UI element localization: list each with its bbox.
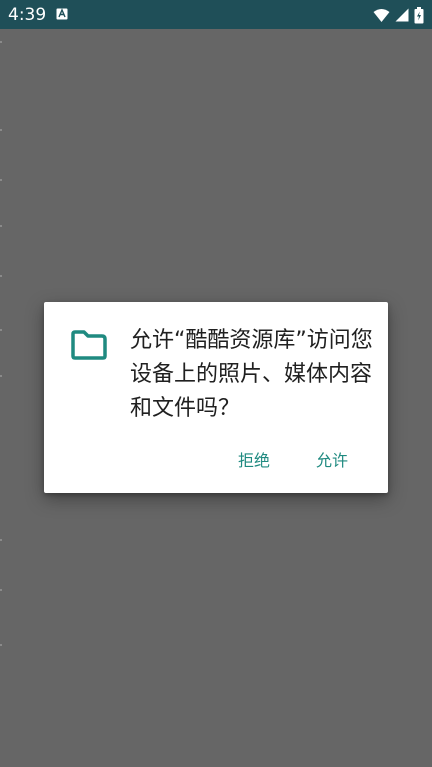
permission-dialog: 允许“酷酷资源库”访问您设备上的照片、媒体内容和文件吗？ 拒绝 允许	[44, 302, 388, 493]
status-bar: 4:39	[0, 0, 432, 29]
folder-icon	[71, 330, 107, 360]
status-time: 4:39	[8, 5, 47, 25]
status-icons	[373, 5, 424, 25]
dialog-actions: 拒绝 允许	[44, 445, 388, 477]
wifi-icon	[373, 8, 390, 22]
left-edge-marks	[0, 29, 2, 767]
permission-message: 允许“酷酷资源库”访问您设备上的照片、媒体内容和文件吗？	[130, 328, 373, 421]
battery-icon	[414, 6, 424, 23]
allow-button[interactable]: 允许	[308, 445, 356, 477]
deny-button[interactable]: 拒绝	[230, 445, 278, 477]
a-notification-icon	[56, 8, 68, 20]
signal-icon	[395, 8, 409, 22]
